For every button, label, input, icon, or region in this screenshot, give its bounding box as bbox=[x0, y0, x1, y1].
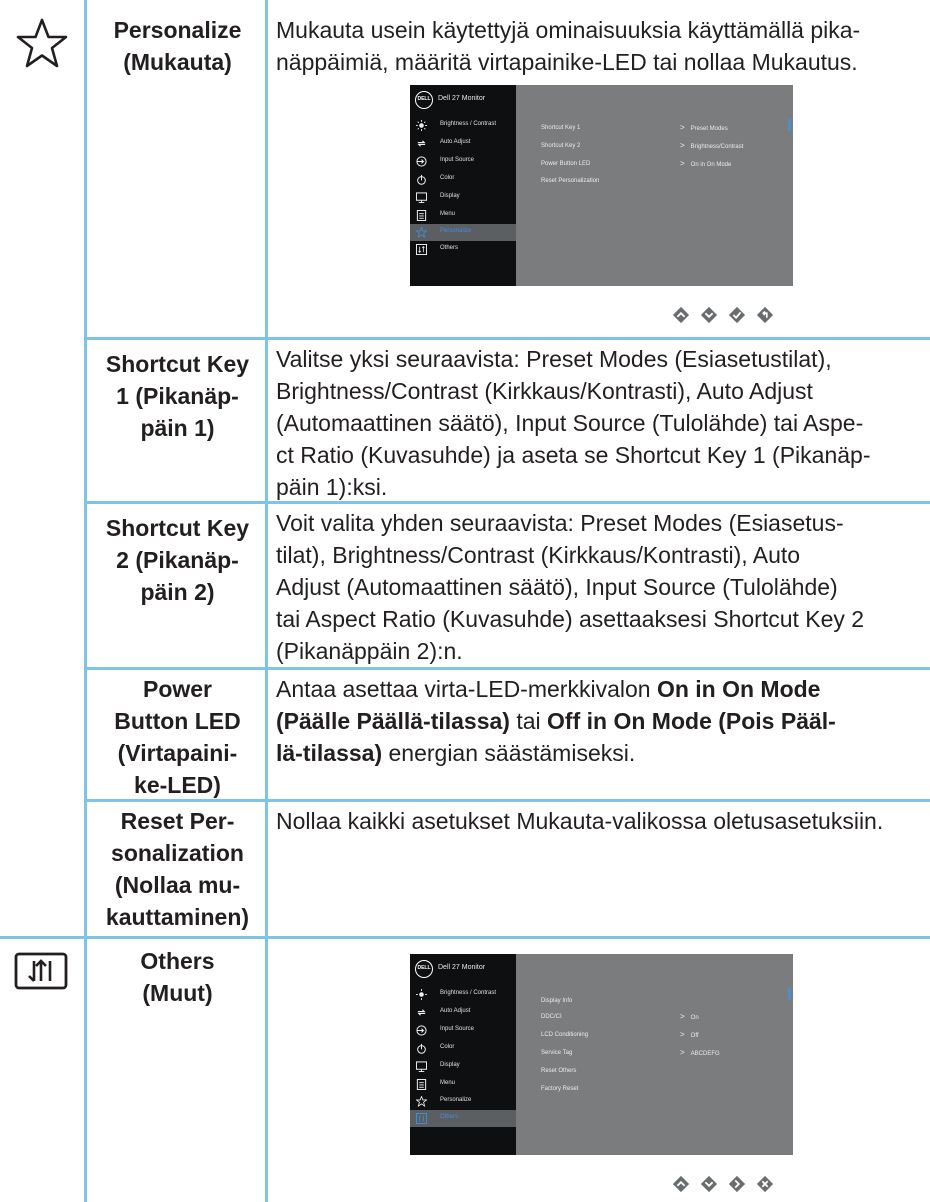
dell-logo: DELL bbox=[415, 960, 433, 978]
osd-scrollbar bbox=[788, 988, 791, 1000]
auto-adjust-icon bbox=[417, 1009, 426, 1016]
osd-menu-item: Input Source bbox=[410, 153, 516, 170]
osd-menu-item: Others bbox=[410, 241, 516, 258]
document-table: Personalize (Mukauta) Mukauta usein käyt… bbox=[0, 0, 930, 1202]
osd-scrollbar bbox=[788, 119, 791, 131]
setting-name-shortcut-key-2: Shortcut Key 2 (Pikanäp- päin 2) bbox=[105, 515, 250, 605]
osd-menu-item-selected: Personalize bbox=[410, 224, 516, 241]
color-icon bbox=[417, 174, 426, 185]
star-outline-icon bbox=[14, 16, 70, 77]
display-icon bbox=[416, 192, 427, 203]
setting-name-personalize: Personalize (Mukauta) bbox=[113, 17, 242, 75]
osd-title: Dell 27 Monitor bbox=[438, 964, 486, 971]
osd-value: > On bbox=[680, 1012, 699, 1021]
osd-menu-personalize: DELL Dell 27 Monitor Brightness / Contra… bbox=[410, 85, 793, 286]
osd-menu-item: Personalize bbox=[410, 1093, 516, 1110]
down-icon bbox=[700, 306, 718, 324]
osd-option: Reset Personalization bbox=[541, 178, 600, 184]
osd-menu-item: Color bbox=[410, 171, 516, 188]
osd-menu-item: Brightness / Contrast bbox=[410, 117, 516, 134]
up-icon bbox=[672, 1175, 690, 1193]
setting-description-power-button-led: Antaa asettaa virta-LED-merkkivalon On i… bbox=[276, 676, 836, 766]
osd-menu-item: Color bbox=[410, 1040, 516, 1057]
setting-description-shortcut-key-1: Valitse yksi seuraavista: Preset Modes (… bbox=[276, 346, 871, 500]
menu-icon bbox=[416, 210, 427, 221]
osd-option: LCD Conditioning bbox=[541, 1032, 589, 1038]
setting-description-reset-personalization: Nollaa kaikki asetukset Mukauta-valikoss… bbox=[276, 808, 884, 834]
setting-name-others: Others (Muut) bbox=[140, 948, 215, 1006]
osd-menu-item: Brightness / Contrast bbox=[410, 986, 516, 1003]
osd-value: > On in On Mode bbox=[680, 159, 732, 168]
setting-description-shortcut-key-2: Voit valita yhden seuraavista: Preset Mo… bbox=[276, 510, 865, 664]
personalize-star-icon bbox=[416, 1096, 427, 1107]
osd-value: > ABCDEFG bbox=[680, 1048, 720, 1057]
osd-title: Dell 27 Monitor bbox=[438, 95, 486, 102]
display-icon bbox=[416, 1061, 427, 1072]
setting-name-reset-personalization: Reset Per- sonalization (Nollaa mu- kaut… bbox=[105, 808, 250, 930]
osd-menu-item: Auto Adjust bbox=[410, 1004, 516, 1021]
up-icon bbox=[672, 306, 690, 324]
others-icon bbox=[416, 1113, 427, 1124]
osd-option: DDC/CI bbox=[541, 1014, 562, 1020]
osd-nav-buttons bbox=[672, 306, 774, 324]
osd-value: > Preset Modes bbox=[680, 123, 728, 132]
brightness-icon bbox=[416, 989, 427, 1000]
input-source-icon bbox=[416, 1025, 427, 1036]
setting-name-power-button-led: Power Button LED (Virtapaini- ke-LED) bbox=[114, 676, 241, 798]
back-icon bbox=[756, 306, 774, 324]
input-source-icon bbox=[416, 156, 427, 167]
osd-option: Display Info bbox=[541, 998, 573, 1004]
osd-value: > Off bbox=[680, 1030, 699, 1039]
setting-description-personalize: Mukauta usein käytettyjä ominaisuuksia k… bbox=[276, 17, 861, 75]
osd-menu-item: Display bbox=[410, 1058, 516, 1075]
osd-option: Shortcut Key 1 bbox=[541, 125, 581, 131]
osd-menu-others: DELL Dell 27 Monitor Brightness / Contra… bbox=[410, 954, 793, 1155]
osd-option: Service Tag bbox=[541, 1050, 573, 1056]
table-border bbox=[0, 936, 930, 939]
osd-menu-item: Display bbox=[410, 189, 516, 206]
brightness-icon bbox=[416, 120, 427, 131]
osd-option: Reset Others bbox=[541, 1068, 577, 1074]
table-border bbox=[84, 667, 930, 670]
osd-menu-item: Input Source bbox=[410, 1022, 516, 1039]
down-icon bbox=[700, 1175, 718, 1193]
osd-menu-item: Menu bbox=[410, 1076, 516, 1093]
others-menu-icon bbox=[14, 952, 68, 995]
osd-nav-buttons bbox=[672, 1175, 774, 1193]
setting-name-shortcut-key-1: Shortcut Key 1 (Pikanäp- päin 1) bbox=[105, 351, 250, 441]
osd-option: Power Button LED bbox=[541, 161, 591, 167]
close-icon bbox=[756, 1175, 774, 1193]
osd-menu-item: Menu bbox=[410, 207, 516, 224]
auto-adjust-icon bbox=[417, 140, 426, 147]
dell-logo: DELL bbox=[415, 91, 433, 109]
check-icon bbox=[728, 306, 746, 324]
osd-menu-item-selected: Others bbox=[410, 1110, 516, 1127]
osd-option: Factory Reset bbox=[541, 1086, 579, 1092]
personalize-star-icon bbox=[416, 227, 427, 238]
right-icon bbox=[728, 1175, 746, 1193]
color-icon bbox=[417, 1043, 426, 1054]
table-border bbox=[84, 0, 87, 1202]
osd-option: Shortcut Key 2 bbox=[541, 143, 581, 149]
osd-menu-item: Auto Adjust bbox=[410, 135, 516, 152]
others-icon bbox=[416, 244, 427, 255]
table-border bbox=[265, 0, 268, 1202]
osd-value: > Brightness/Contrast bbox=[680, 141, 744, 150]
menu-icon bbox=[416, 1079, 427, 1090]
table-border bbox=[84, 337, 930, 340]
